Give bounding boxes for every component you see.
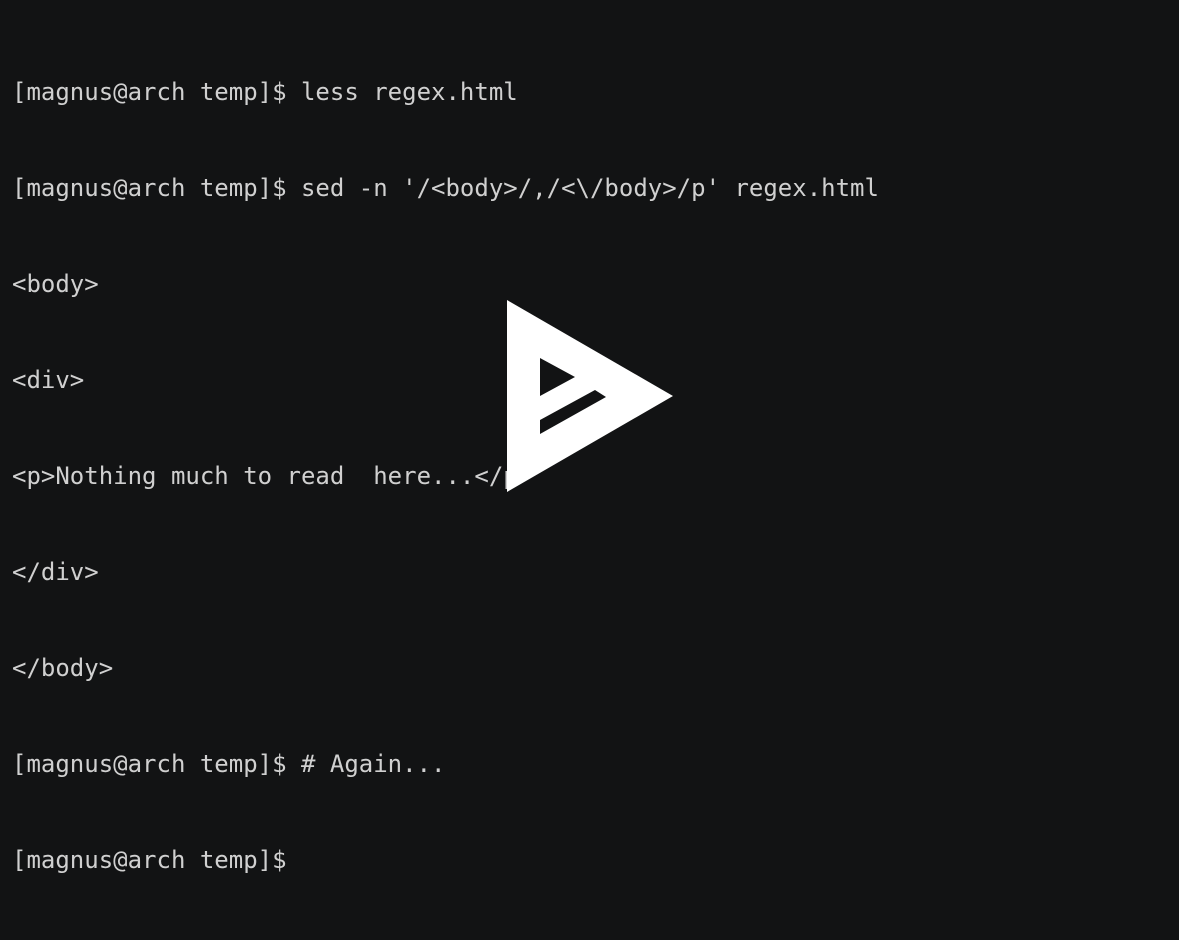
terminal-window: [magnus@arch temp]$ less regex.html [mag… [0,0,1179,874]
terminal-line-output: <div> [12,366,85,394]
terminal-output: [magnus@arch temp]$ less regex.html [mag… [12,12,879,940]
asciinema-play-icon [507,300,673,492]
terminal-line-prompt-comment: [magnus@arch temp]$ # Again... [12,750,446,778]
terminal-line-prompt-current: [magnus@arch temp]$ [12,846,301,874]
play-button[interactable] [505,298,675,494]
terminal-line-output: </div> [12,558,99,586]
terminal-line-output: </body> [12,654,114,682]
terminal-line-output: <body> [12,270,99,298]
terminal-line-prompt-sed: [magnus@arch temp]$ sed -n '/<body>/,/<\… [12,174,879,202]
terminal-line-prompt-less: [magnus@arch temp]$ less regex.html [12,78,518,106]
terminal-line-output: <p>Nothing much to read here...</p> [12,462,533,490]
